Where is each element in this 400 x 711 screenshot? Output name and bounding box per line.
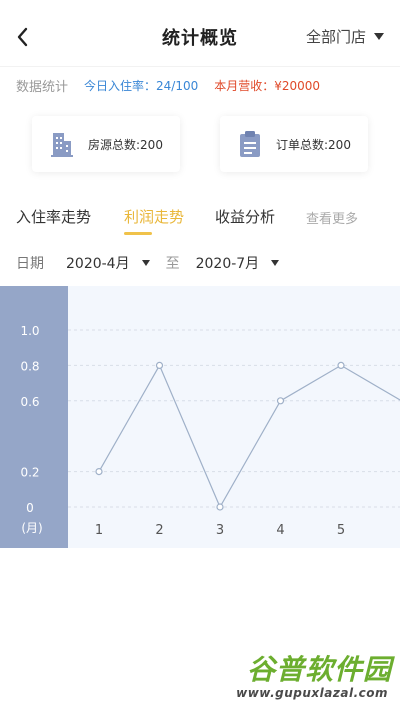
rooms-total-text: 房源总数:200	[88, 137, 163, 152]
app-header: 统计概览 全部门店	[0, 0, 400, 72]
x-tick-label: 1	[95, 523, 103, 538]
building-icon	[51, 133, 73, 157]
start-date-value: 2020-4月	[66, 256, 130, 272]
tab-profit-trend[interactable]: 利润走势	[124, 206, 184, 227]
data-point	[155, 361, 164, 370]
series-line	[98, 364, 400, 509]
data-point	[95, 468, 103, 476]
watermark-title: 谷普软件园	[246, 653, 392, 686]
active-tab-indicator	[124, 232, 152, 235]
x-tick-label: 5	[337, 523, 345, 538]
store-dropdown[interactable]: 全部门店	[306, 26, 384, 47]
y-tick-label: 0	[26, 501, 34, 515]
watermark-url: www.gupuxlazal.com	[236, 686, 388, 700]
tab-view-more[interactable]: 查看更多	[306, 208, 358, 227]
orders-total-text: 订单总数:200	[276, 137, 351, 152]
clipboard-icon	[240, 131, 260, 157]
caret-down-icon	[141, 260, 150, 266]
stats-label: 数据统计	[16, 79, 69, 95]
x-tick-label: 2	[155, 523, 163, 538]
y-tick-label: 0.8	[20, 359, 39, 373]
y-tick-label: 1.0	[20, 324, 39, 338]
data-point	[337, 361, 345, 370]
y-tick-label: 0.6	[20, 395, 39, 409]
data-point	[276, 397, 285, 405]
x-tick-label: 3	[216, 523, 224, 538]
date-label: 日期	[16, 256, 44, 272]
chart-canvas: 1.0 0.8 0.6 0.2 0 (月) 1 2 3 4 5	[20, 324, 400, 538]
date-filter: 日期 2020-4月 至 2020-7月	[16, 252, 280, 274]
y-tick-label: 0.2	[20, 466, 39, 480]
y-axis-unit-label: (月)	[21, 521, 42, 535]
monthly-revenue: 本月营收：¥20000	[214, 78, 321, 93]
date-range-separator: 至	[165, 256, 180, 272]
data-point	[216, 503, 224, 511]
orders-total-card[interactable]: 订单总数:200	[220, 116, 368, 172]
end-date-select[interactable]: 2020-7月	[196, 253, 280, 273]
header-divider	[0, 66, 400, 67]
tab-revenue-analysis[interactable]: 收益分析	[215, 206, 275, 227]
caret-down-icon	[374, 33, 384, 40]
store-dropdown-label: 全部门店	[305, 28, 366, 46]
profit-line-chart: 1.0 0.8 0.6 0.2 0 (月) 1 2 3 4 5	[0, 286, 400, 548]
end-date-value: 2020-7月	[195, 256, 260, 272]
caret-down-icon	[271, 260, 280, 266]
start-date-select[interactable]: 2020-4月	[66, 253, 150, 273]
watermark-logo: 谷普软件园 www.gupuxlazal.com	[206, 648, 392, 708]
tab-occupancy-trend[interactable]: 入住率走势	[16, 206, 91, 227]
occupancy-rate: 今日入住率：24/100	[84, 78, 199, 93]
stats-summary: 数据统计 今日入住率：24/100 本月营收：¥20000	[16, 75, 320, 95]
chart-tabs: 入住率走势 利润走势 收益分析 查看更多	[0, 206, 400, 236]
x-tick-label: 4	[276, 523, 284, 538]
rooms-total-card[interactable]: 房源总数:200	[32, 116, 180, 172]
